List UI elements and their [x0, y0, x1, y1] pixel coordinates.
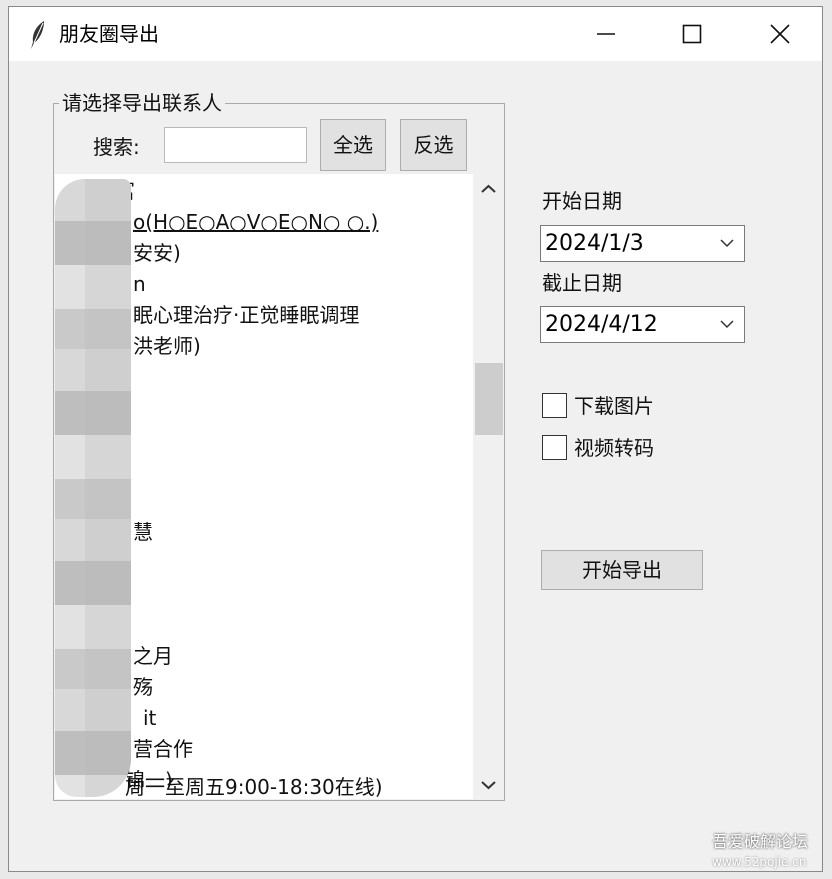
watermark-url: www.52pojie.cn — [712, 855, 807, 869]
window-title: 朋友圈导出 — [59, 22, 159, 46]
search-input[interactable] — [164, 127, 307, 163]
contacts-group-label: 请选择导出联系人 — [59, 89, 225, 117]
list-scrollbar[interactable] — [473, 174, 504, 799]
chevron-down-icon — [720, 320, 734, 329]
end-date-label: 截止日期 — [542, 271, 622, 295]
chevron-down-icon — [720, 239, 734, 248]
select-all-button[interactable]: 全选 — [320, 119, 386, 171]
list-item[interactable]: 周一至周五9:00-18:30在线) — [125, 772, 383, 799]
list-item[interactable]: 安安) — [133, 238, 181, 269]
list-item[interactable]: 营合作 — [133, 734, 193, 765]
minimize-button[interactable] — [562, 7, 650, 61]
video-transcode-checkbox[interactable] — [542, 435, 567, 460]
list-item[interactable]: 洪老师) — [133, 331, 201, 362]
feather-icon — [29, 20, 47, 50]
search-label: 搜索: — [93, 135, 140, 159]
list-item[interactable]: 之月 — [133, 641, 173, 672]
scroll-thumb[interactable] — [475, 363, 503, 435]
maximize-button[interactable] — [648, 7, 736, 61]
download-images-checkbox[interactable] — [542, 393, 567, 418]
scroll-down-button[interactable] — [473, 773, 504, 797]
chevron-down-icon — [481, 781, 496, 790]
close-button[interactable] — [736, 7, 824, 61]
list-item[interactable]: 慧 — [133, 517, 153, 548]
download-images-label[interactable]: 下载图片 — [574, 392, 654, 420]
end-date-combobox[interactable]: 2024/4/12 — [540, 306, 745, 343]
start-date-label: 开始日期 — [542, 189, 622, 213]
start-date-value: 2024/1/3 — [545, 231, 644, 256]
list-item[interactable]: o(H○E○A○V○E○N○ ○.) — [133, 207, 378, 238]
redaction-blur — [55, 179, 131, 797]
end-date-value: 2024/4/12 — [545, 312, 658, 337]
maximize-icon — [682, 24, 702, 44]
list-item[interactable]: 眠心理治疗·正觉睡眠调理 — [133, 300, 359, 331]
list-item[interactable]: 殇 — [133, 672, 153, 703]
minimize-icon — [597, 33, 615, 35]
invert-selection-button[interactable]: 反选 — [400, 119, 467, 171]
app-window: 朋友圈导出 请选择导出联系人 搜索: 全选 反选 富 o(H○E○A○V○E○N… — [8, 6, 823, 872]
list-item[interactable]: it — [143, 703, 156, 734]
scroll-up-button[interactable] — [473, 177, 504, 201]
title-bar[interactable]: 朋友圈导出 — [9, 7, 822, 61]
chevron-up-icon — [481, 184, 496, 193]
start-date-combobox[interactable]: 2024/1/3 — [540, 225, 745, 262]
close-icon — [770, 24, 790, 44]
list-item[interactable]: n — [133, 269, 146, 300]
start-export-button[interactable]: 开始导出 — [541, 550, 703, 590]
watermark-text: 吾爱破解论坛 — [712, 832, 809, 851]
video-transcode-label[interactable]: 视频转码 — [574, 434, 654, 462]
